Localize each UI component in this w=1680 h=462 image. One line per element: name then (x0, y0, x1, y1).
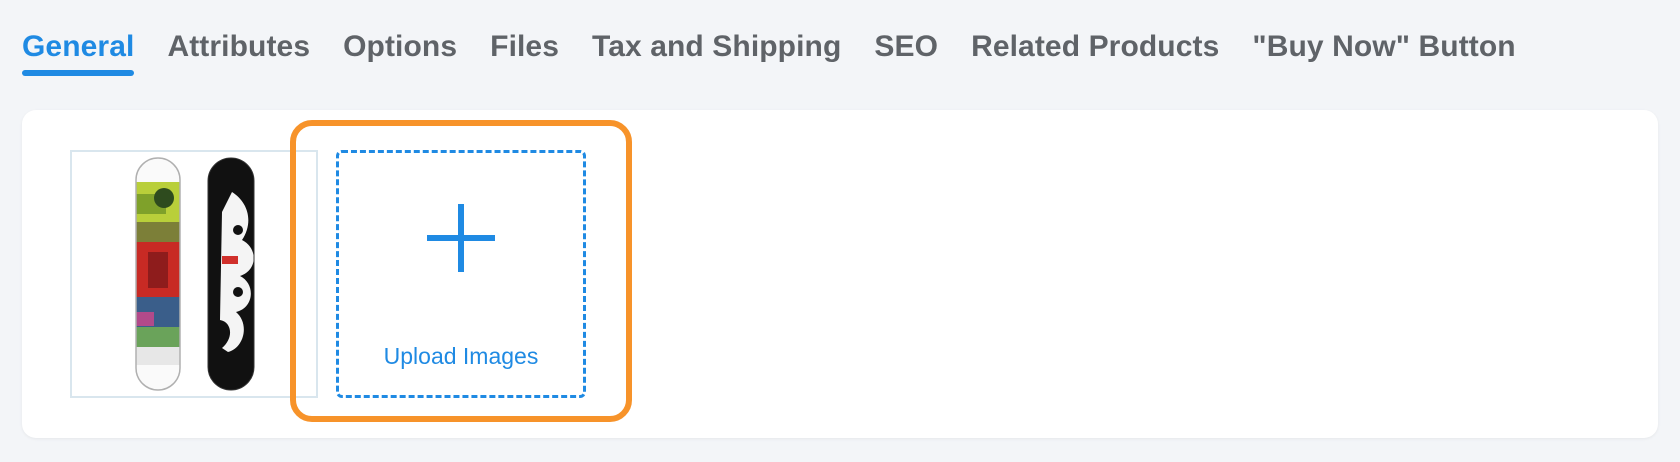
tab-files[interactable]: Files (490, 24, 559, 76)
tab-tax-and-shipping[interactable]: Tax and Shipping (592, 24, 841, 76)
product-tabs: General Attributes Options Files Tax and… (22, 24, 1549, 84)
snowboard-image (135, 157, 255, 391)
tab-options[interactable]: Options (343, 24, 457, 76)
upload-images-button[interactable]: Upload Images (336, 150, 586, 398)
tab-buy-now-button[interactable]: "Buy Now" Button (1252, 24, 1515, 76)
images-panel: Upload Images (22, 110, 1658, 438)
tab-seo[interactable]: SEO (874, 24, 938, 76)
product-image-thumbnail[interactable] (70, 150, 318, 398)
tab-general[interactable]: General (22, 24, 135, 76)
tab-related-products[interactable]: Related Products (971, 24, 1219, 76)
upload-images-label: Upload Images (383, 343, 539, 369)
tab-attributes[interactable]: Attributes (167, 24, 310, 76)
plus-icon (427, 204, 495, 272)
